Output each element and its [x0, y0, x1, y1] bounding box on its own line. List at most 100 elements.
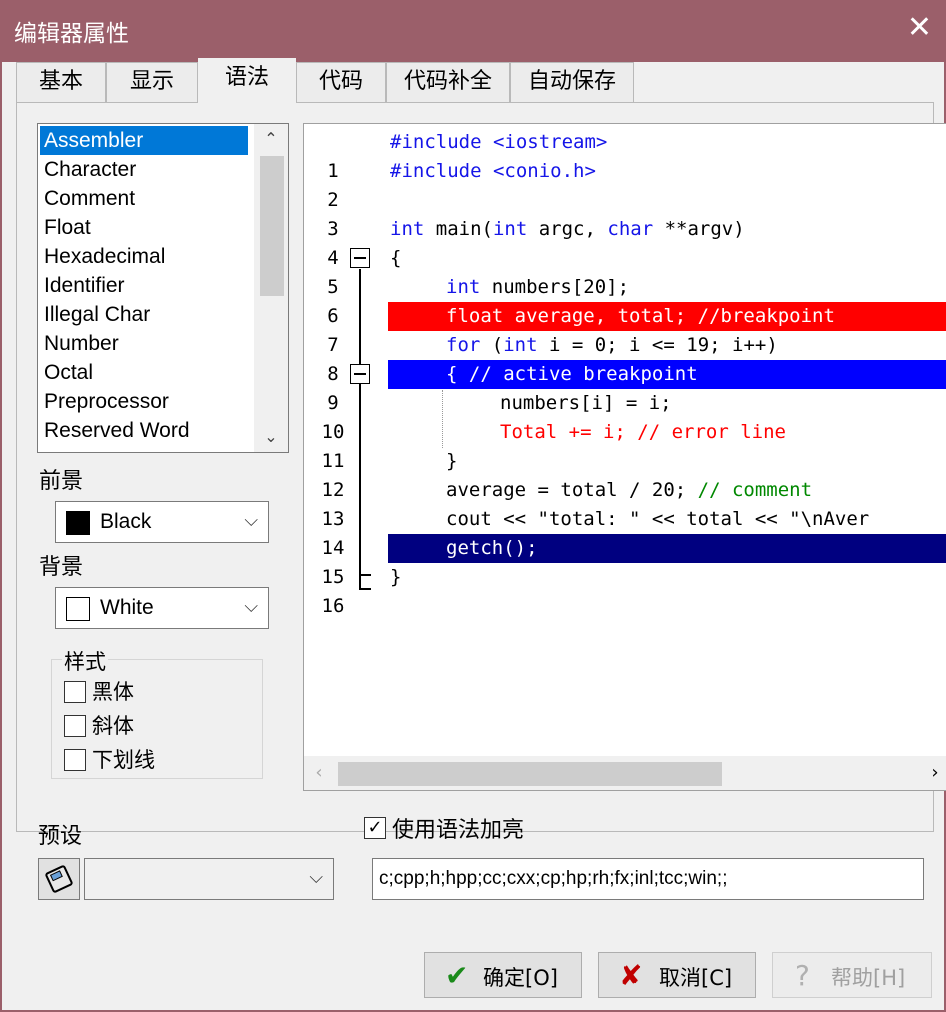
code-fragment: main( — [424, 218, 493, 240]
checkbox-checked-icon[interactable]: ✓ — [364, 817, 386, 839]
code-preview[interactable]: 1 #include <iostream> 2 #include <conio.… — [303, 123, 946, 791]
use-highlight-label: 使用语法加亮 — [392, 818, 525, 843]
scroll-thumb[interactable] — [338, 762, 722, 786]
tab-display[interactable]: 显示 — [106, 62, 198, 102]
list-item[interactable]: Preprocessor — [40, 387, 248, 416]
background-color-select[interactable]: White ⌵ — [55, 587, 269, 629]
code-text: } — [446, 450, 458, 472]
ok-button[interactable]: ✔ 确定[O] — [424, 952, 582, 998]
list-item[interactable]: Octal — [40, 358, 248, 387]
code-line: 6 int numbers[20]; — [304, 273, 946, 327]
error-line: 11 Total += i; // error line — [304, 418, 946, 472]
list-scrollbar[interactable]: ⌃ ⌄ — [254, 124, 288, 452]
preview-hscrollbar[interactable]: ‹ › — [304, 756, 946, 790]
x-icon: ✘ — [619, 959, 643, 992]
background-label: 背景 — [39, 555, 84, 580]
underline-label: 下划线 — [92, 748, 155, 772]
extensions-field[interactable] — [372, 858, 924, 900]
code-text: Total += i; // error line — [500, 421, 786, 443]
checkbox-box[interactable] — [64, 715, 86, 737]
cancel-button[interactable]: ✘ 取消[C] — [598, 952, 756, 998]
code-text: int numbers[20]; — [388, 273, 629, 302]
keyword: int — [390, 218, 425, 240]
code-fragment: average = total / 20; — [446, 479, 698, 501]
fold-collapse-icon[interactable] — [350, 248, 370, 268]
tab-code[interactable]: 代码 — [296, 62, 386, 102]
list-item[interactable]: Comment — [40, 184, 248, 213]
code-line: 12 } — [304, 447, 946, 501]
foreground-color-select[interactable]: Black ⌵ — [55, 501, 269, 543]
code-text: #include <iostream> — [390, 131, 608, 153]
scroll-left-icon[interactable]: ‹ — [304, 756, 334, 790]
keyword: for — [446, 334, 481, 356]
list-item[interactable]: Number — [40, 329, 248, 358]
foreground-value: Black — [100, 510, 152, 533]
list-item[interactable]: Illegal Char — [40, 300, 248, 329]
ok-label: 确定[O] — [483, 966, 558, 990]
foreground-swatch — [66, 511, 90, 535]
help-label: 帮助[H] — [831, 966, 906, 990]
code-fragment: **argv) — [653, 218, 745, 240]
list-item[interactable]: Reserved Word — [40, 416, 248, 445]
list-item[interactable]: Hexadecimal — [40, 242, 248, 271]
bold-label: 黑体 — [92, 680, 134, 704]
fold-collapse-icon[interactable] — [350, 364, 370, 384]
italic-label: 斜体 — [92, 714, 134, 738]
preset-label: 预设 — [38, 824, 83, 849]
list-item[interactable]: Float — [40, 213, 248, 242]
list-item[interactable]: Character — [40, 155, 248, 184]
close-icon[interactable]: ✕ — [907, 10, 932, 45]
check-icon: ✔ — [445, 959, 469, 992]
scroll-right-icon[interactable]: › — [920, 756, 946, 790]
style-legend: 样式 — [62, 646, 108, 676]
save-preset-button[interactable] — [38, 858, 80, 900]
syntax-tab-panel: Assembler Character Comment Float Hexade… — [16, 102, 946, 832]
tab-code-completion[interactable]: 代码补全 — [386, 62, 510, 102]
window-title: 编辑器属性 — [14, 21, 129, 47]
keyword: int — [503, 334, 538, 356]
code-text: { — [390, 247, 402, 269]
syntax-element-list[interactable]: Assembler Character Comment Float Hexade… — [37, 123, 289, 453]
foreground-label: 前景 — [39, 469, 84, 494]
help-icon: ? — [795, 959, 810, 992]
code-text: int main(int argc, char **argv) — [388, 215, 745, 244]
scroll-down-icon[interactable]: ⌄ — [254, 422, 288, 452]
code-line: 3 — [304, 186, 946, 240]
code-fragment: argc, — [527, 218, 608, 240]
code-text: average = total / 20; // comment — [388, 476, 812, 505]
keyword: int — [446, 276, 481, 298]
checkbox-box[interactable] — [64, 749, 86, 771]
title-bar: 编辑器属性 ✕ — [0, 0, 946, 62]
list-item[interactable]: Identifier — [40, 271, 248, 300]
code-text: getch(); — [446, 537, 538, 559]
code-text: for (int i = 0; i <= 19; i++) — [388, 331, 778, 360]
preset-select[interactable]: ⌵ — [84, 858, 334, 900]
code-text: } — [390, 566, 402, 588]
background-value: White — [100, 596, 154, 619]
help-button[interactable]: ? 帮助[H] — [772, 952, 932, 998]
code-line: 1 #include <iostream> — [304, 128, 946, 182]
scroll-thumb[interactable] — [260, 156, 284, 296]
code-line: 2 #include <conio.h> — [304, 157, 946, 211]
current-line: 15 getch(); — [304, 534, 946, 588]
code-text: #include <conio.h> — [390, 160, 596, 182]
tab-autosave[interactable]: 自动保存 — [510, 62, 634, 102]
code-line: 8 for (int i = 0; i <= 19; i++) — [304, 331, 946, 385]
tab-syntax[interactable]: 语法 — [198, 58, 296, 104]
checkbox-box[interactable] — [64, 681, 86, 703]
code-text: cout << "total: " << total << "\nAver — [446, 508, 870, 530]
breakpoint-line: 7 float average, total; //breakpoint — [304, 302, 946, 356]
tab-basic[interactable]: 基本 — [16, 62, 106, 102]
scroll-up-icon[interactable]: ⌃ — [254, 124, 288, 154]
code-text: numbers[i] = i; — [500, 392, 672, 414]
code-text: float average, total; //breakpoint — [446, 305, 835, 327]
cancel-label: 取消[C] — [659, 966, 733, 990]
dialog-body: 基本 显示 语法 代码 代码补全 自动保存 Assembler Characte… — [0, 58, 946, 1012]
list-item[interactable]: Assembler — [40, 126, 248, 155]
disk-icon — [45, 865, 73, 893]
code-line: 16 } — [304, 563, 946, 617]
code-line: 5 { — [304, 244, 946, 298]
comment: // comment — [697, 479, 813, 501]
line-number: 16 — [321, 595, 345, 617]
chevron-down-icon: ⌵ — [244, 596, 258, 617]
